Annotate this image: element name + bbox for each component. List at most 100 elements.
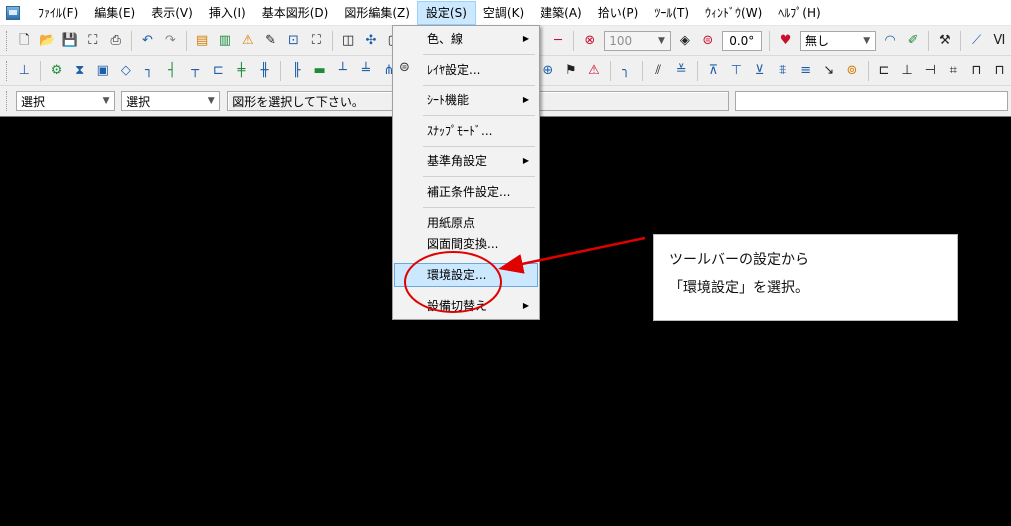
toolbar-separator (573, 30, 575, 51)
dim-horizontal-icon[interactable]: ⊼ (704, 61, 723, 81)
menu-separator (423, 54, 535, 55)
chart-icon[interactable]: ▥ (216, 31, 235, 51)
arc-icon[interactable]: ◠ (881, 31, 900, 51)
dimension-icon[interactable]: Ⅵ (990, 31, 1009, 51)
pencil-icon[interactable]: ✐ (904, 31, 923, 51)
level-icon[interactable]: ≚ (672, 61, 691, 81)
bracket-icon[interactable]: ╮ (617, 61, 636, 81)
menu-item-drawing-conversion[interactable]: 図面間変換... (395, 233, 537, 255)
toolbar-grip[interactable] (6, 60, 9, 81)
menu-item-label: ｼｰﾄ機能 (427, 93, 470, 107)
menu-item-paper-origin[interactable]: 用紙原点 (395, 212, 537, 234)
alarm-icon[interactable]: ⚠ (584, 61, 603, 81)
circle-cross-icon[interactable]: ⊕ (538, 61, 557, 81)
reducer-icon[interactable]: ⊏ (209, 61, 228, 81)
line-color-icon[interactable]: ─ (549, 31, 568, 51)
valve-icon[interactable]: ⧗ (70, 61, 89, 81)
flange-icon[interactable]: ╫ (255, 61, 274, 81)
text-box-icon[interactable]: ⊏ (874, 61, 893, 81)
fan-icon[interactable]: ⚑ (561, 61, 580, 81)
text-side-icon[interactable]: ⊣ (921, 61, 940, 81)
menu-item-environment-settings[interactable]: 環境設定... (394, 263, 538, 287)
elbow-icon[interactable]: ┐ (139, 61, 158, 81)
menu-edit[interactable]: 編集(E) (86, 2, 143, 24)
menu-item-color-line[interactable]: 色、線 ▶ (395, 28, 537, 50)
pipe-icon[interactable]: ⊥ (15, 61, 34, 81)
save-icon[interactable]: 💾 (61, 31, 80, 51)
frame-text-icon[interactable]: ⊓ (967, 61, 986, 81)
menu-tools[interactable]: ﾂｰﾙ(T) (646, 2, 697, 24)
command-input[interactable] (734, 91, 1008, 111)
scale-combo[interactable]: 100 ▼ (604, 30, 671, 51)
line-style-icon[interactable]: ♥ (776, 31, 795, 51)
menu-window[interactable]: ｳｨﾝﾄﾞｳ(W) (697, 2, 770, 24)
toolbar-grip[interactable] (6, 30, 9, 51)
menu-item-correction-settings[interactable]: 補正条件設定... (395, 181, 537, 203)
redo-icon[interactable]: ↷ (161, 31, 180, 51)
sparkle-icon[interactable]: ✣ (362, 31, 381, 51)
hatch-icon[interactable]: ⫽ (649, 61, 668, 81)
diffuser-icon[interactable]: ┴ (333, 61, 352, 81)
app-icon[interactable] (6, 5, 20, 20)
diamond-icon[interactable]: ◇ (116, 61, 135, 81)
menu-item-equipment-switch[interactable]: 設備切替え ▶ (395, 295, 537, 317)
toolbar-grip[interactable] (6, 91, 9, 111)
split-view-icon[interactable]: ◫ (339, 31, 358, 51)
chevron-down-icon[interactable]: ▼ (98, 92, 114, 110)
new-file-icon[interactable]: 🗋 (15, 31, 34, 51)
dim-series-icon[interactable]: ⩨ (773, 61, 792, 81)
angle-input[interactable]: 0.0° (722, 30, 763, 51)
menu-shape-edit[interactable]: 図形編集(Z) (336, 2, 418, 24)
branch-icon[interactable]: ┤ (163, 61, 182, 81)
tee-icon[interactable]: ┬ (186, 61, 205, 81)
grille-icon[interactable]: ╧ (356, 61, 375, 81)
menu-view[interactable]: 表示(V) (143, 2, 201, 24)
line-tool-icon[interactable]: ⟋ (967, 31, 986, 51)
zoom-extents-icon[interactable]: ⛶ (307, 31, 326, 51)
info-icon[interactable]: ⚠ (238, 31, 257, 51)
text-lower-icon[interactable]: ⊥ (898, 61, 917, 81)
menu-insert[interactable]: 挿入(I) (201, 2, 254, 24)
selection-type-combo[interactable]: 選択 ▼ (121, 91, 221, 111)
title-block-icon[interactable]: ⊓ (990, 61, 1009, 81)
print-icon[interactable]: ⎙ (106, 31, 125, 51)
menu-takeoff[interactable]: 拾い(P) (590, 2, 647, 24)
hammer-icon[interactable]: ⚒ (935, 31, 954, 51)
chevron-down-icon[interactable]: ▼ (203, 92, 219, 110)
brush-icon[interactable]: ✎ (261, 31, 280, 51)
menu-architecture[interactable]: 建築(A) (532, 2, 590, 24)
cross-icon[interactable]: ╪ (232, 61, 251, 81)
menu-item-sheet-function[interactable]: ｼｰﾄ機能 ▶ (395, 89, 537, 111)
chevron-down-icon[interactable]: ▼ (654, 32, 670, 50)
damper-icon[interactable]: ▬ (310, 61, 329, 81)
menu-help[interactable]: ﾍﾙﾌﾟ(H) (770, 2, 828, 24)
menu-basic-shapes[interactable]: 基本図形(D) (254, 2, 337, 24)
dim-vertical-icon[interactable]: ⊤ (727, 61, 746, 81)
menu-settings[interactable]: 設定(S) (416, 0, 476, 25)
menu-item-snap-mode[interactable]: ｽﾅｯﾌﾟﾓｰﾄﾞ... (395, 120, 537, 142)
dim-total-icon[interactable]: ≡ (796, 61, 815, 81)
dim-angle-icon[interactable]: ⊻ (750, 61, 769, 81)
balloon-icon[interactable]: ⊚ (842, 61, 861, 81)
open-folder-icon[interactable]: 📂 (38, 31, 57, 51)
no-scale-icon[interactable]: ⊗ (580, 31, 599, 51)
menu-hvac[interactable]: 空調(K) (475, 2, 532, 24)
binoculars-icon[interactable]: ⛶ (83, 31, 102, 51)
undo-icon[interactable]: ↶ (138, 31, 157, 51)
layer-icon[interactable]: ▤ (193, 31, 212, 51)
chevron-down-icon[interactable]: ▼ (859, 32, 875, 50)
angle-icon[interactable]: ⊜ (698, 31, 717, 51)
linetype-value: 無し (805, 34, 830, 48)
selection-mode-combo[interactable]: 選択 ▼ (15, 91, 116, 111)
leader-icon[interactable]: ↘ (819, 61, 838, 81)
menu-item-reference-angle[interactable]: 基準角設定 ▶ (395, 150, 537, 172)
linetype-combo[interactable]: 無し ▼ (800, 30, 876, 51)
frame-icon[interactable]: ⊡ (284, 31, 303, 51)
duct-icon[interactable]: ╟ (287, 61, 306, 81)
panel-icon[interactable]: ▣ (93, 61, 112, 81)
menu-file[interactable]: ﾌｧｲﾙ(F) (30, 2, 86, 24)
fitting-icon[interactable]: ⚙ (47, 61, 66, 81)
menu-item-layer-settings[interactable]: ﾚｲﾔ設定... (395, 59, 537, 81)
rotate-icon[interactable]: ◈ (676, 31, 695, 51)
grid-text-icon[interactable]: ⌗ (944, 61, 963, 81)
